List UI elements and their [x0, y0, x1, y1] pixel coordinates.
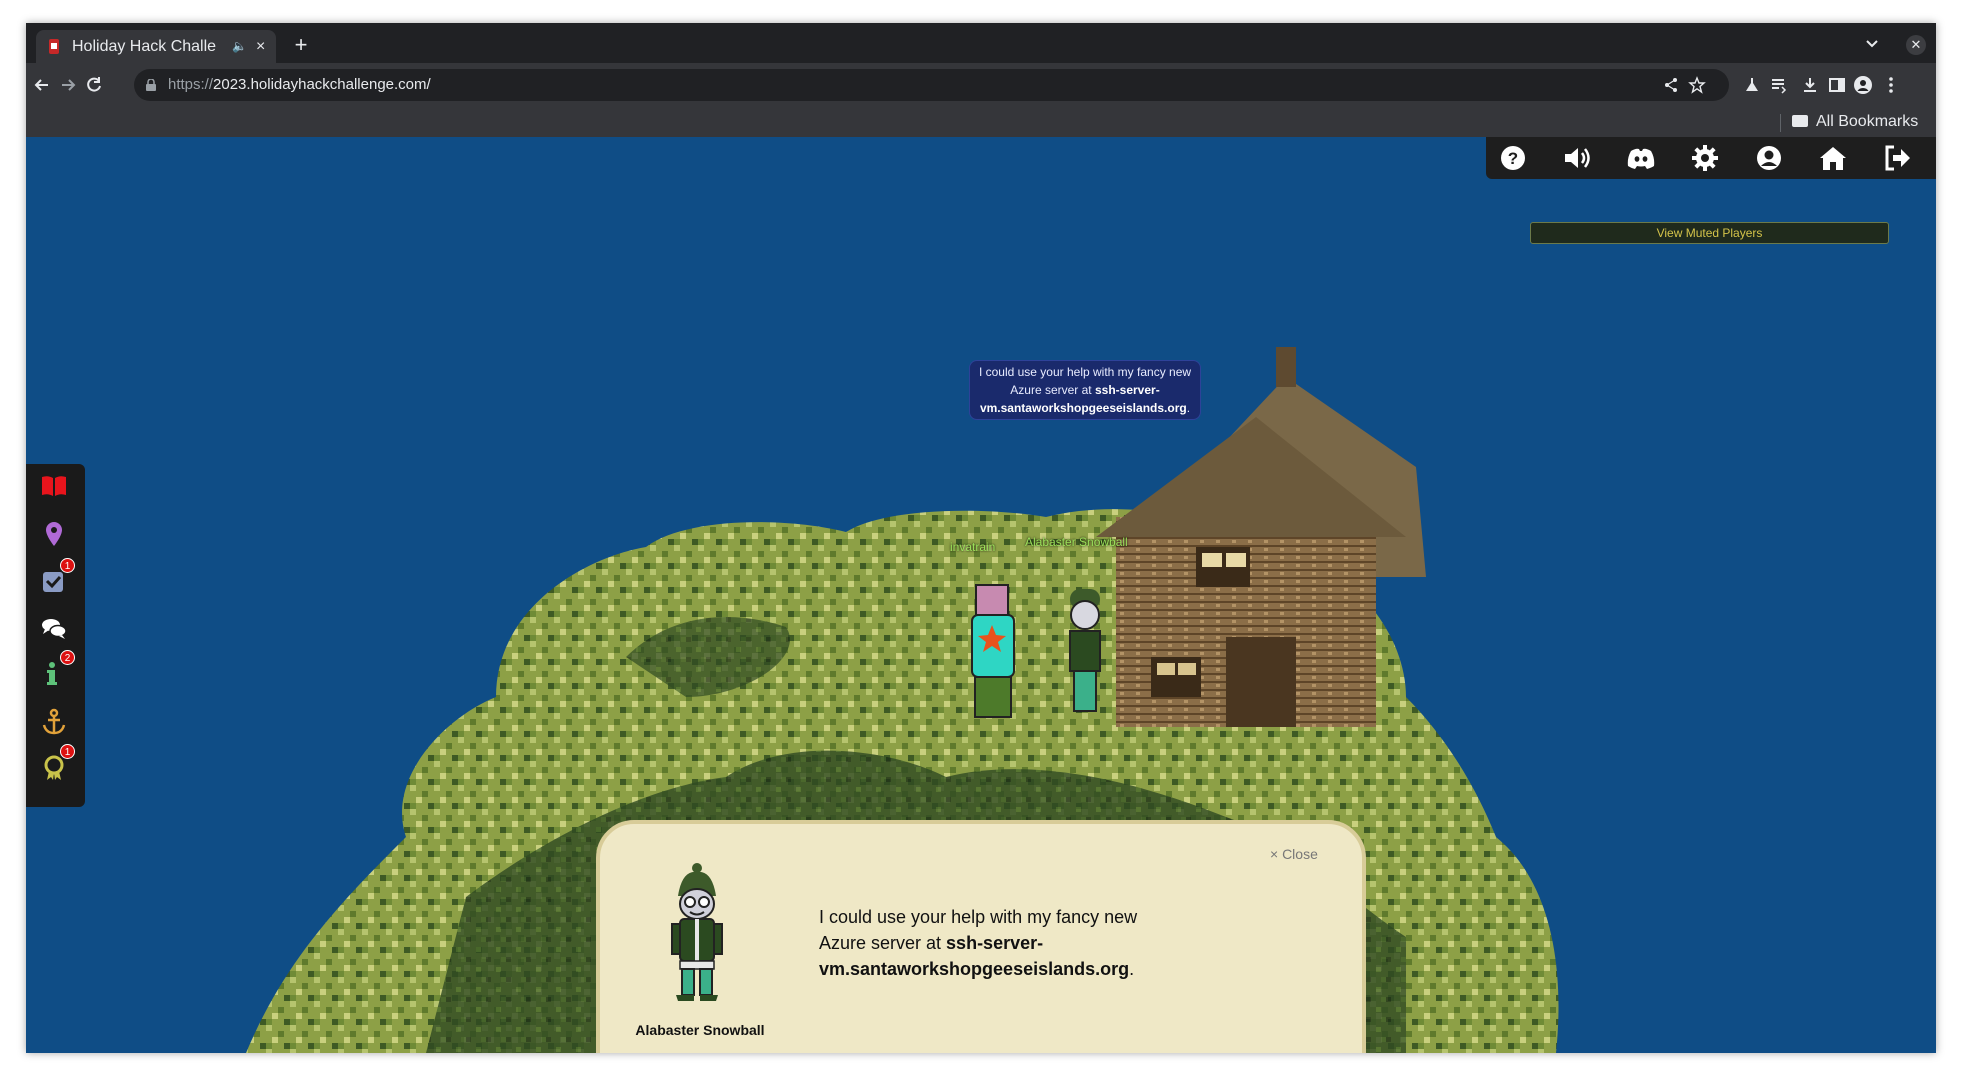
npc-speech-bubble: I could use your help with my fancy new …: [969, 360, 1201, 420]
speaker-icon[interactable]: 🔈: [232, 30, 247, 63]
player-name-tag: invatrain: [950, 540, 996, 554]
game-viewport[interactable]: ? View Muted Players 1 2 1 I could use y…: [26, 137, 1936, 1053]
url-text: https://2023.holidayhackchallenge.com/: [168, 76, 431, 93]
dialog-speaker-name: Alabaster Snowball: [635, 1022, 765, 1038]
profile-avatar-icon[interactable]: [1854, 76, 1872, 94]
home-icon[interactable]: [1818, 143, 1848, 173]
sidebar-item-objectives[interactable]: 1: [40, 558, 75, 596]
volume-icon[interactable]: [1562, 143, 1592, 173]
browser-menu-icon[interactable]: [1882, 76, 1900, 94]
bookmarks-bar: All Bookmarks: [26, 107, 1936, 137]
sidebar-item-map[interactable]: [40, 520, 68, 548]
tab-strip: Holiday Hack Challe 🔈 × + ✕: [26, 23, 1936, 63]
profile-icon[interactable]: [1754, 143, 1784, 173]
sidebar-item-chat[interactable]: [40, 614, 68, 642]
chevron-down-icon[interactable]: [1862, 33, 1882, 53]
dialog-text: I could use your help with my fancy new …: [819, 907, 1138, 979]
sidebar-item-info[interactable]: 2: [40, 650, 75, 688]
tab-title: Holiday Hack Challe: [72, 38, 217, 55]
lock-icon: [146, 79, 156, 91]
share-icon[interactable]: [1662, 76, 1680, 94]
all-bookmarks-button[interactable]: All Bookmarks: [1792, 107, 1918, 137]
view-muted-players-button[interactable]: View Muted Players: [1530, 222, 1889, 244]
address-bar[interactable]: https://2023.holidayhackchallenge.com/: [134, 69, 1729, 101]
reading-list-icon[interactable]: [1770, 76, 1788, 94]
download-icon[interactable]: [1801, 76, 1819, 94]
sidebar-item-book[interactable]: [40, 472, 68, 500]
discord-icon[interactable]: [1626, 143, 1656, 173]
browser-window: Holiday Hack Challe 🔈 × + ✕ https://2023…: [26, 23, 1936, 1053]
forward-icon[interactable]: [58, 75, 78, 95]
settings-icon[interactable]: [1690, 143, 1720, 173]
npc-name-tag[interactable]: Alabaster Snowball: [1025, 535, 1128, 549]
achievements-badge: 1: [60, 744, 75, 759]
info-badge: 2: [60, 650, 75, 665]
svg-text:?: ?: [1508, 149, 1518, 168]
logout-icon[interactable]: [1882, 143, 1912, 173]
npc-dialog-panel: × Close Alabaster Snowball I could use y…: [596, 820, 1366, 1053]
side-panel-icon[interactable]: [1828, 76, 1846, 94]
back-icon[interactable]: [32, 75, 52, 95]
bookmarks-divider: [1780, 114, 1781, 132]
bookmark-star-icon[interactable]: [1688, 76, 1706, 94]
sidebar-item-anchor[interactable]: [40, 708, 68, 736]
game-top-menu: ?: [1486, 137, 1936, 179]
favicon-icon: [49, 39, 59, 54]
browser-tab[interactable]: Holiday Hack Challe 🔈 ×: [36, 30, 276, 63]
new-tab-button[interactable]: +: [286, 30, 316, 60]
window-close-button[interactable]: ✕: [1906, 35, 1926, 55]
dialog-close-button[interactable]: × Close: [1270, 846, 1318, 862]
book-icon: [42, 476, 66, 496]
tab-close-button[interactable]: ×: [256, 30, 265, 63]
chat-icon: [42, 619, 67, 639]
help-icon[interactable]: ?: [1498, 143, 1528, 173]
anchor-icon: [42, 708, 66, 735]
labs-flask-icon[interactable]: [1743, 76, 1761, 94]
folder-icon: [1792, 115, 1808, 127]
objectives-badge: 1: [60, 558, 75, 573]
reload-icon[interactable]: [84, 75, 104, 95]
sidebar-item-achievements[interactable]: 1: [40, 744, 75, 782]
npc-portrait: [671, 863, 723, 1001]
browser-toolbar: https://2023.holidayhackchallenge.com/: [26, 63, 1936, 107]
game-sidebar: 1 2 1: [26, 464, 85, 807]
map-pin-icon: [46, 522, 62, 546]
